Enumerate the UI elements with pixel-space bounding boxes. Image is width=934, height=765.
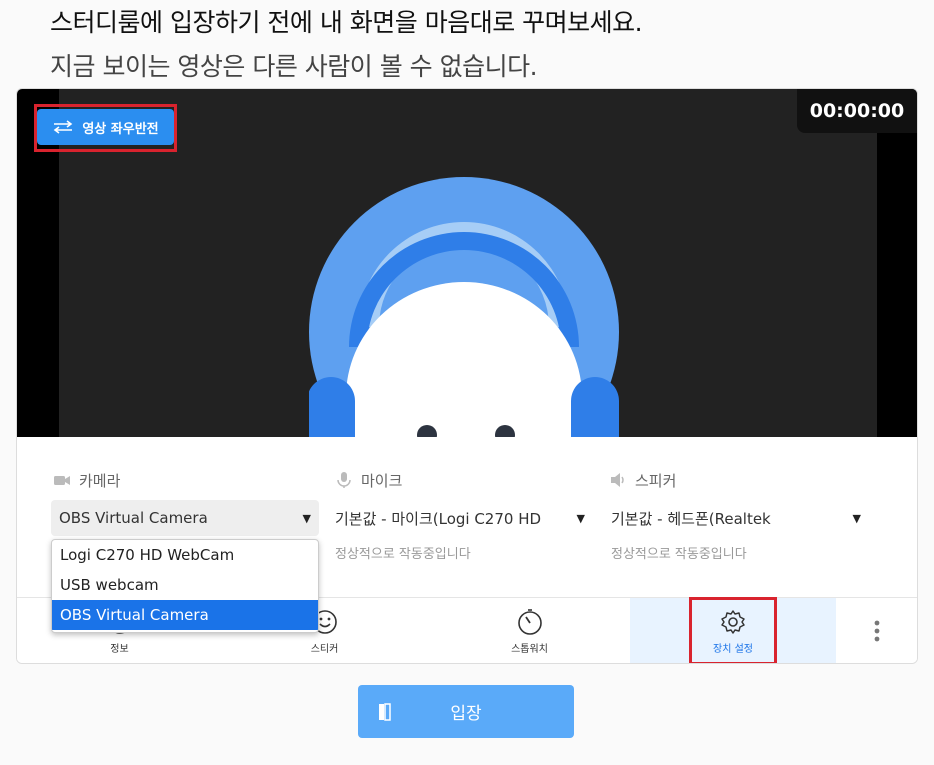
mascot-avatar: [309, 177, 619, 437]
dropdown-arrow-icon: ▼: [576, 511, 585, 525]
speaker-selected-value: 기본값 - 헤드폰(Realtek: [611, 509, 771, 528]
enter-room-label: 입장: [450, 704, 482, 724]
camera-option[interactable]: USB webcam: [52, 570, 318, 600]
highlight-outline: [34, 104, 177, 152]
speaker-label: 스피커: [635, 471, 677, 490]
stopwatch-icon: [517, 608, 542, 635]
camera-select[interactable]: OBS Virtual Camera ▼: [51, 500, 319, 536]
info-label: 정보: [110, 643, 129, 655]
stopwatch-button[interactable]: 스톱워치: [477, 598, 582, 663]
mic-section: 마이크: [335, 469, 402, 491]
more-vertical-icon: [874, 620, 880, 642]
enter-room-button[interactable]: 입장: [358, 685, 574, 738]
camera-options-list: Logi C270 HD WebCam USB webcam OBS Virtu…: [51, 539, 319, 633]
video-frame: [59, 89, 877, 437]
more-options-button[interactable]: [852, 598, 902, 663]
camera-icon: [54, 476, 70, 485]
camera-section: 카메라: [53, 469, 120, 491]
dropdown-arrow-icon: ▼: [302, 511, 311, 525]
speaker-select[interactable]: 기본값 - 헤드폰(Realtek ▼: [603, 500, 869, 536]
mic-label: 마이크: [361, 471, 403, 490]
speaker-section: 스피커: [609, 469, 676, 491]
microphone-icon: [337, 472, 351, 488]
camera-option[interactable]: Logi C270 HD WebCam: [52, 540, 318, 570]
stopwatch-label: 스톱워치: [511, 643, 548, 655]
sticker-label: 스티커: [310, 643, 339, 655]
headline: 스터디룸에 입장하기 전에 내 화면을 마음대로 꾸며보세요.: [50, 8, 643, 37]
door-icon: [379, 703, 391, 721]
camera-option-selected[interactable]: OBS Virtual Camera: [52, 600, 318, 630]
subline: 지금 보이는 영상은 다른 사람이 볼 수 없습니다.: [50, 52, 538, 81]
session-timer: 00:00:00: [797, 89, 917, 133]
speaker-status: 정상적으로 작동중입니다: [611, 547, 747, 562]
dropdown-arrow-icon: ▼: [852, 511, 861, 525]
mic-selected-value: 기본값 - 마이크(Logi C270 HD: [335, 509, 542, 528]
speaker-icon: [611, 473, 624, 487]
camera-label: 카메라: [79, 471, 121, 490]
highlight-outline: [689, 597, 777, 663]
mic-select[interactable]: 기본값 - 마이크(Logi C270 HD ▼: [327, 500, 593, 536]
preview-card: 영상 좌우반전 00:00:00 카메라 OBS Virtual Camera …: [16, 88, 918, 664]
camera-selected-value: OBS Virtual Camera: [59, 509, 208, 527]
mic-status: 정상적으로 작동중입니다: [335, 547, 471, 562]
video-preview: 영상 좌우반전 00:00:00: [17, 89, 917, 437]
